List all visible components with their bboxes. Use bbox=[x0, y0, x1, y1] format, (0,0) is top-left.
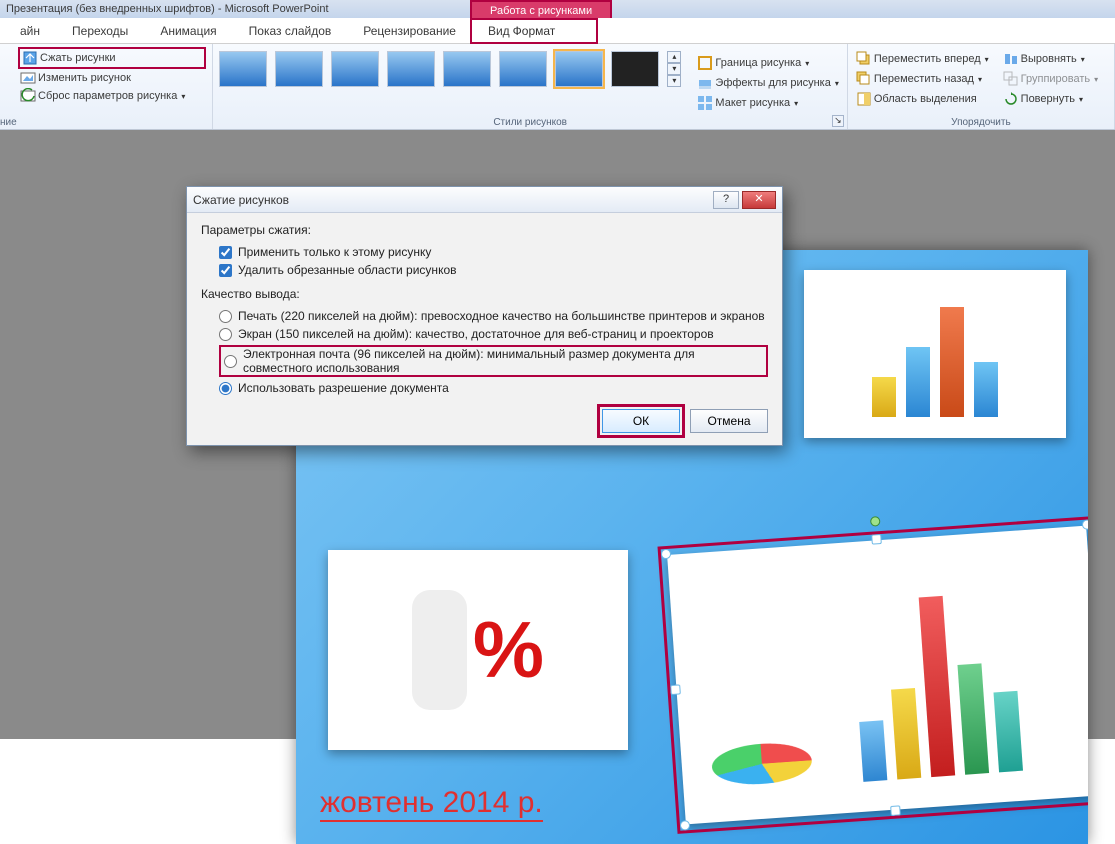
picture-layout-button[interactable]: Макет рисунка▾ bbox=[695, 94, 840, 112]
reset-picture-button[interactable]: Сброс параметров рисунка ▾ bbox=[18, 87, 206, 105]
compress-icon bbox=[22, 50, 38, 66]
dialog-section-compress-options: Параметры сжатия: bbox=[201, 223, 768, 237]
dialog-section-output-quality: Качество вывода: bbox=[201, 287, 768, 301]
gallery-scroll[interactable]: ▴ ▾ ▾ bbox=[667, 51, 681, 87]
layout-icon bbox=[697, 95, 713, 111]
dialog-titlebar[interactable]: Сжатие рисунков ? ✕ bbox=[187, 187, 782, 213]
window-title: Презентация (без внедренных шрифтов) - M… bbox=[6, 3, 329, 15]
ribbon-group-adjust: Сжать рисунки Изменить рисунок Сброс пар… bbox=[0, 44, 213, 129]
selection-pane-button[interactable]: Область выделения bbox=[854, 90, 991, 108]
dropdown-icon: ▾ bbox=[805, 59, 809, 68]
send-backward-button[interactable]: Переместить назад▾ bbox=[854, 70, 991, 88]
effects-icon bbox=[697, 75, 713, 91]
style-thumb[interactable] bbox=[387, 51, 435, 87]
dropdown-icon: ▾ bbox=[978, 75, 982, 84]
arrange-group-label: Упорядочить bbox=[848, 117, 1114, 128]
rotate-icon bbox=[1003, 91, 1019, 107]
dropdown-icon: ▾ bbox=[794, 99, 798, 108]
ribbon-group-arrange: Переместить вперед▾ Переместить назад▾ О… bbox=[848, 44, 1115, 129]
cancel-button[interactable]: Отмена bbox=[690, 409, 768, 433]
ribbon: Сжать рисунки Изменить рисунок Сброс пар… bbox=[0, 44, 1115, 130]
gallery-more-icon[interactable]: ▾ bbox=[667, 75, 681, 87]
tab-design-partial[interactable]: айн bbox=[4, 20, 56, 42]
tab-animations[interactable]: Анимация bbox=[144, 20, 232, 42]
reset-picture-icon bbox=[20, 88, 36, 104]
resize-handle[interactable] bbox=[871, 534, 882, 545]
tab-transitions[interactable]: Переходы bbox=[56, 20, 144, 42]
change-picture-button[interactable]: Изменить рисунок bbox=[18, 69, 206, 87]
style-thumb[interactable] bbox=[219, 51, 267, 87]
compress-pictures-label: Сжать рисунки bbox=[40, 52, 116, 64]
group-button[interactable]: Группировать▾ bbox=[1001, 70, 1101, 88]
radio-docres[interactable] bbox=[219, 382, 232, 395]
dropdown-icon: ▾ bbox=[1081, 55, 1085, 64]
rotate-button[interactable]: Повернуть▾ bbox=[1001, 90, 1101, 108]
style-thumb[interactable] bbox=[331, 51, 379, 87]
bring-forward-icon bbox=[856, 51, 872, 67]
ribbon-group-styles: ▴ ▾ ▾ Граница рисунка▾ Эффекты для рисун… bbox=[213, 44, 847, 129]
ok-button[interactable]: ОК bbox=[602, 409, 680, 433]
radio-email[interactable] bbox=[224, 355, 237, 368]
rotate-handle[interactable] bbox=[870, 516, 881, 527]
style-thumb[interactable] bbox=[275, 51, 323, 87]
label-screen: Экран (150 пикселей на дюйм): качество, … bbox=[238, 327, 714, 341]
align-button[interactable]: Выровнять▾ bbox=[1001, 50, 1101, 68]
dropdown-icon: ▾ bbox=[985, 55, 989, 64]
dialog-title: Сжатие рисунков bbox=[193, 193, 289, 207]
resize-handle[interactable] bbox=[1082, 519, 1088, 530]
tab-review[interactable]: Рецензирование bbox=[347, 20, 472, 42]
slide-image-top-right[interactable] bbox=[804, 270, 1066, 438]
compress-pictures-button[interactable]: Сжать рисунки bbox=[18, 47, 206, 69]
reset-picture-label: Сброс параметров рисунка bbox=[38, 90, 177, 102]
slide-image-selected[interactable] bbox=[667, 526, 1088, 825]
style-thumb[interactable] bbox=[499, 51, 547, 87]
checkbox-apply-only[interactable] bbox=[219, 246, 232, 259]
compress-pictures-dialog: Сжатие рисунков ? ✕ Параметры сжатия: Пр… bbox=[186, 186, 783, 446]
styles-group-label: Стили рисунков bbox=[213, 117, 846, 128]
style-thumb-selected[interactable] bbox=[555, 51, 603, 87]
tab-format[interactable]: Формат bbox=[470, 18, 598, 44]
label-delete-cropped: Удалить обрезанные области рисунков bbox=[238, 263, 457, 277]
radio-print[interactable] bbox=[219, 310, 232, 323]
dropdown-icon: ▾ bbox=[1079, 95, 1083, 104]
scroll-up-icon[interactable]: ▴ bbox=[667, 51, 681, 63]
border-icon bbox=[697, 55, 713, 71]
styles-group-launcher[interactable]: ↘ bbox=[832, 115, 844, 127]
resize-handle[interactable] bbox=[661, 549, 672, 560]
resize-handle[interactable] bbox=[680, 820, 691, 831]
dialog-help-button[interactable]: ? bbox=[713, 191, 739, 209]
checkbox-delete-cropped[interactable] bbox=[219, 264, 232, 277]
style-thumb[interactable] bbox=[443, 51, 491, 87]
label-email: Электронная почта (96 пикселей на дюйм):… bbox=[243, 347, 763, 375]
resize-handle[interactable] bbox=[890, 805, 901, 816]
dialog-close-button[interactable]: ✕ bbox=[742, 191, 776, 209]
change-picture-label: Изменить рисунок bbox=[38, 72, 131, 84]
send-backward-icon bbox=[856, 71, 872, 87]
picture-effects-button[interactable]: Эффекты для рисунка▾ bbox=[695, 74, 840, 92]
slide-date-text[interactable]: жовтень 2014 р. bbox=[320, 786, 543, 822]
label-print: Печать (220 пикселей на дюйм): превосход… bbox=[238, 309, 765, 323]
style-thumb[interactable] bbox=[611, 51, 659, 87]
picture-style-gallery[interactable]: ▴ ▾ ▾ Граница рисунка▾ Эффекты для рисун… bbox=[219, 47, 840, 112]
dropdown-icon: ▾ bbox=[1094, 75, 1098, 84]
group-icon bbox=[1003, 71, 1019, 87]
dropdown-icon: ▾ bbox=[181, 92, 185, 101]
adjust-group-label: ние bbox=[0, 117, 212, 128]
label-apply-only: Применить только к этому рисунку bbox=[238, 245, 431, 259]
selection-pane-icon bbox=[856, 91, 872, 107]
label-docres: Использовать разрешение документа bbox=[238, 381, 449, 395]
tab-slideshow[interactable]: Показ слайдов bbox=[233, 20, 348, 42]
radio-screen[interactable] bbox=[219, 328, 232, 341]
slide-image-bottom-left[interactable]: % bbox=[328, 550, 628, 750]
align-icon bbox=[1003, 51, 1019, 67]
dropdown-icon: ▾ bbox=[835, 79, 839, 88]
change-picture-icon bbox=[20, 70, 36, 86]
bring-forward-button[interactable]: Переместить вперед▾ bbox=[854, 50, 991, 68]
contextual-tab-title: Работа с рисунками bbox=[470, 0, 612, 18]
scroll-down-icon[interactable]: ▾ bbox=[667, 63, 681, 75]
resize-handle[interactable] bbox=[670, 684, 681, 695]
picture-border-button[interactable]: Граница рисунка▾ bbox=[695, 54, 840, 72]
